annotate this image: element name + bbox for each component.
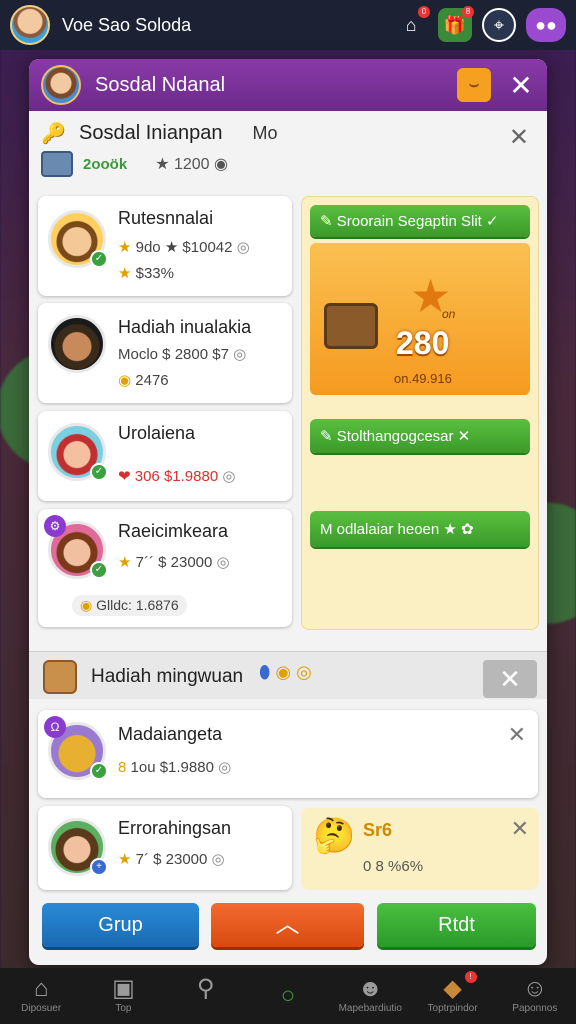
section-suffix: Mo <box>252 122 278 143</box>
player-name: Urolaiena <box>118 423 196 443</box>
item-name: Errorahingsan <box>118 818 232 838</box>
treasure-icon: ◆ <box>443 975 462 1002</box>
player-name: Hadiah inualakia <box>118 317 252 337</box>
item-stats: 8 1ou $1.9880 ◎ <box>118 759 232 776</box>
people-icon: ☻ <box>357 975 383 1002</box>
shop-icon[interactable]: ⌣ <box>457 68 491 102</box>
map-pin-icon: ⚲ <box>196 975 215 1002</box>
top-title: Voe Sao Soloda <box>62 14 192 35</box>
weekly-button[interactable]: M odlalaiar heoen ★ ✿ <box>310 511 530 547</box>
chat-icon[interactable]: ●● <box>526 8 566 42</box>
modal-avatar <box>41 65 81 105</box>
close-icon[interactable]: ✕ <box>511 816 529 842</box>
close-icon[interactable]: ✕ <box>509 123 529 152</box>
weekly-header: Hadiah mingwuan ⬮ ◉ ◎ ✕ <box>29 651 547 699</box>
player-card[interactable]: ✓ Rutesnnalai ★ 9do ★ $10042 ◎ ★ $33% <box>38 196 292 296</box>
player-stats: ❤ 306 $1.9880 ◎ <box>118 468 236 485</box>
mini-reward-panel: 🤔 Sr6 0 8 %6% ✕ <box>301 808 539 890</box>
nav-rewards[interactable]: ◆ ! Toptrpindor <box>413 971 493 1017</box>
gem-icons: ⬮ ◉ ◎ <box>259 662 312 682</box>
player-stats: ★ 7´´ $ 23000 ◎ <box>118 554 230 571</box>
nav-center[interactable]: ○ <box>248 982 328 1010</box>
top-bar: Voe Sao Soloda ⌂ 0 🎁 8 ⌖ ●● <box>0 0 576 50</box>
modal-header: Sosdal Ndanal ⌣ ✕ <box>29 59 547 111</box>
check-icon: ✓ <box>90 250 108 268</box>
mini-line: 0 8 %6% <box>363 858 424 875</box>
player-name: Rutesnnalai <box>118 208 214 228</box>
reward-sub: on.49.916 <box>394 371 452 386</box>
compass-icon[interactable]: ⌖ <box>482 8 516 42</box>
nav-map[interactable]: ⚲ <box>166 975 246 1017</box>
social-modal: Sosdal Ndanal ⌣ ✕ 🔑 Sosdal Inianpan Mo ✕… <box>29 59 547 965</box>
chevron-up-icon: ︿ <box>275 911 300 938</box>
reward-tag: on <box>442 307 456 321</box>
calendar-icon <box>43 660 77 694</box>
coin-count: 2ooök <box>83 155 128 173</box>
player-stats: Moclo $ 2800 $7 ◎ <box>118 346 247 363</box>
emoji-icon: 🤔 <box>313 817 356 855</box>
player-gold-pill: ◉ Glldc: 1.6876 <box>72 595 187 616</box>
section-summary: 🔑 Sosdal Inianpan Mo ✕ 2ooök ★ 1200 ◉ <box>29 111 547 189</box>
weekly-item[interactable]: + Errorahingsan ★ 7´ $ 23000 ◎ <box>38 806 292 890</box>
reward-panel: ✎ Sroorain Segaptin Slit ✓ ★ on 280 on.4… <box>301 196 539 630</box>
home-icon: ⌂ <box>33 975 49 1002</box>
level-badge: ⚙ <box>44 515 66 537</box>
nav-video[interactable]: ▣ Top <box>83 975 163 1017</box>
nav-profile[interactable]: ☺ Paponnos <box>495 975 575 1017</box>
claim-button[interactable]: ✎ Sroorain Segaptin Slit ✓ <box>310 205 530 237</box>
profile-icon: ☺ <box>522 975 548 1002</box>
progress-button[interactable]: ✎ Stolthangogcesar ✕ <box>310 419 530 453</box>
item-name: Madaiangeta <box>118 724 223 744</box>
close-icon[interactable]: ✕ <box>483 660 537 698</box>
item-stats: ★ 7´ $ 23000 ◎ <box>118 851 225 868</box>
check-icon: ✓ <box>90 762 108 780</box>
player-bonus: ◉ 2476 <box>118 372 169 389</box>
player-card[interactable]: ⚙ ✓ Raeicimkeara ★ 7´´ $ 23000 ◎ ◉ Glldc… <box>38 509 292 627</box>
weekly-item[interactable]: Ω ✓ Madaiangeta 8 1ou $1.9880 ◎ ✕ <box>38 710 538 798</box>
house-icon[interactable]: ⌂ 0 <box>394 6 430 42</box>
chest-icon <box>324 303 378 349</box>
reward-box: ★ on 280 on.49.916 <box>310 243 530 395</box>
group-button[interactable]: Grup <box>42 903 199 947</box>
player-name: Raeicimkeara <box>118 521 229 541</box>
weekly-title: Hadiah mingwuan <box>91 666 244 687</box>
notification-badge: ! <box>464 971 477 983</box>
notification-badge: 8 <box>462 6 474 18</box>
player-card[interactable]: ✓ Urolaiena ❤ 306 $1.9880 ◎ <box>38 411 292 501</box>
avatar <box>48 315 106 373</box>
chest-icon <box>41 151 73 177</box>
close-icon[interactable]: ✕ <box>507 69 535 102</box>
circle-icon: ○ <box>280 982 296 1009</box>
level-badge: Ω <box>44 716 66 738</box>
video-icon: ▣ <box>112 975 135 1002</box>
plus-icon: + <box>90 858 108 876</box>
notification-badge: 0 <box>418 6 430 18</box>
player-stats: ★ 9do ★ $10042 ◎ <box>118 239 250 256</box>
star-count: ★ 1200 ◉ <box>155 156 228 173</box>
nav-home[interactable]: ⌂ Diposuer <box>1 975 81 1017</box>
player-card[interactable]: Hadiah inualakia Moclo $ 2800 $7 ◎ ◉ 247… <box>38 303 292 403</box>
nav-social[interactable]: ☻ Mapebardiutio <box>330 975 410 1017</box>
reward-value: 280 <box>396 325 450 361</box>
player-bonus: ★ $33% <box>118 265 174 282</box>
start-button[interactable]: Rtdt <box>377 903 536 947</box>
close-icon[interactable]: ✕ <box>508 722 526 748</box>
mini-title: Sr6 <box>363 820 393 840</box>
gift-icon[interactable]: 🎁 8 <box>438 6 474 42</box>
modal-title: Sosdal Ndanal <box>95 73 226 96</box>
up-button[interactable]: ︿ <box>211 903 364 947</box>
check-icon: ✓ <box>90 463 108 481</box>
profile-avatar[interactable] <box>10 5 50 45</box>
check-icon: ✓ <box>90 561 108 579</box>
key-icon: 🔑 <box>41 123 66 145</box>
section-title: Sosdal Inianpan <box>79 121 223 144</box>
bottom-nav: ⌂ Diposuer ▣ Top ⚲ ○ ☻ Mapebardiutio ◆ !… <box>0 968 576 1024</box>
